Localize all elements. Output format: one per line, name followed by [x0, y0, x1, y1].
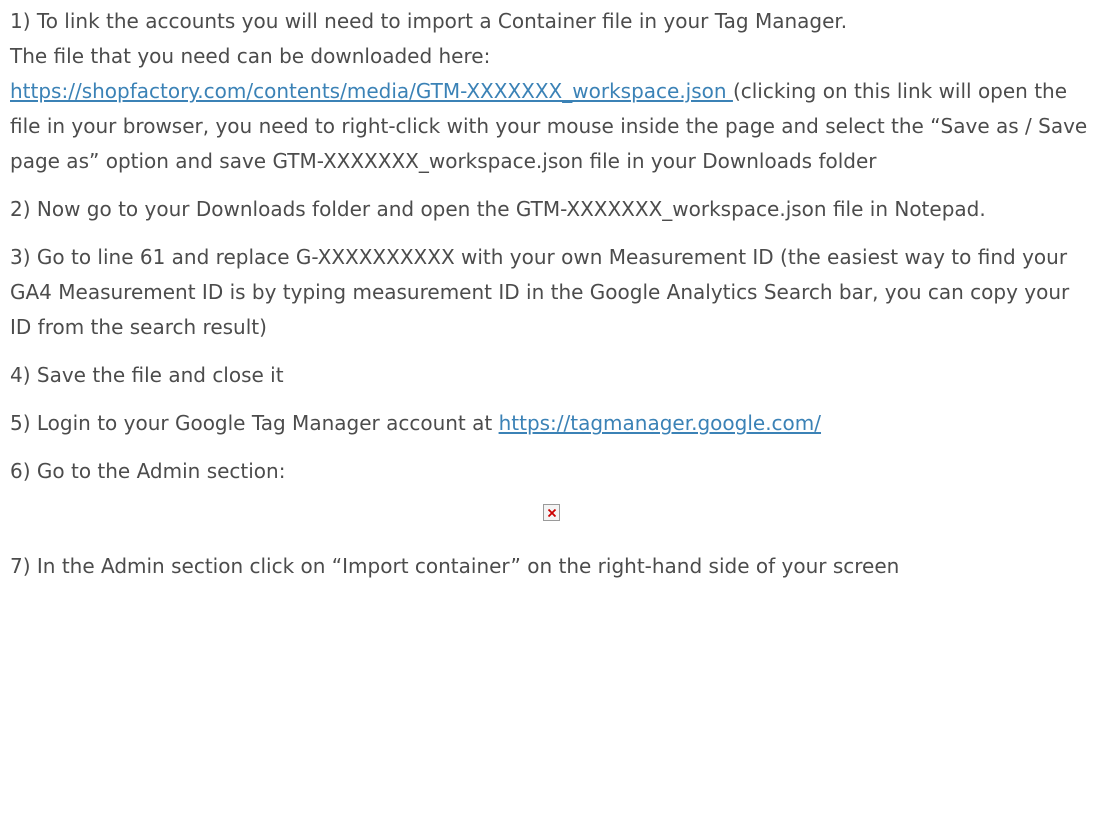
workspace-json-link[interactable]: https://shopfactory.com/contents/media/G…	[10, 79, 733, 103]
article-content: 1) To link the accounts you will need to…	[10, 0, 1090, 584]
step-1-paragraph: 1) To link the accounts you will need to…	[10, 0, 1090, 179]
step-1-intro: 1) To link the accounts you will need to…	[10, 9, 848, 33]
tagmanager-link[interactable]: https://tagmanager.google.com/	[499, 411, 821, 435]
step-7-paragraph: 7) In the Admin section click on “Import…	[10, 554, 900, 578]
step-5-text: 5) Login to your Google Tag Manager acco…	[10, 411, 499, 435]
step-3-paragraph: 3) Go to line 61 and replace G-XXXXXXXXX…	[10, 245, 1070, 339]
step-5-paragraph: 5) Login to your Google Tag Manager acco…	[10, 406, 1090, 441]
admin-screenshot-image	[10, 489, 1090, 549]
step-6-paragraph: 6) Go to the Admin section:	[10, 459, 286, 483]
broken-image-icon	[543, 504, 560, 521]
step-2-paragraph: 2) Now go to your Downloads folder and o…	[10, 197, 986, 221]
step-1-download-text: The file that you need can be downloaded…	[10, 44, 491, 68]
step-4-paragraph: 4) Save the file and close it	[10, 363, 284, 387]
